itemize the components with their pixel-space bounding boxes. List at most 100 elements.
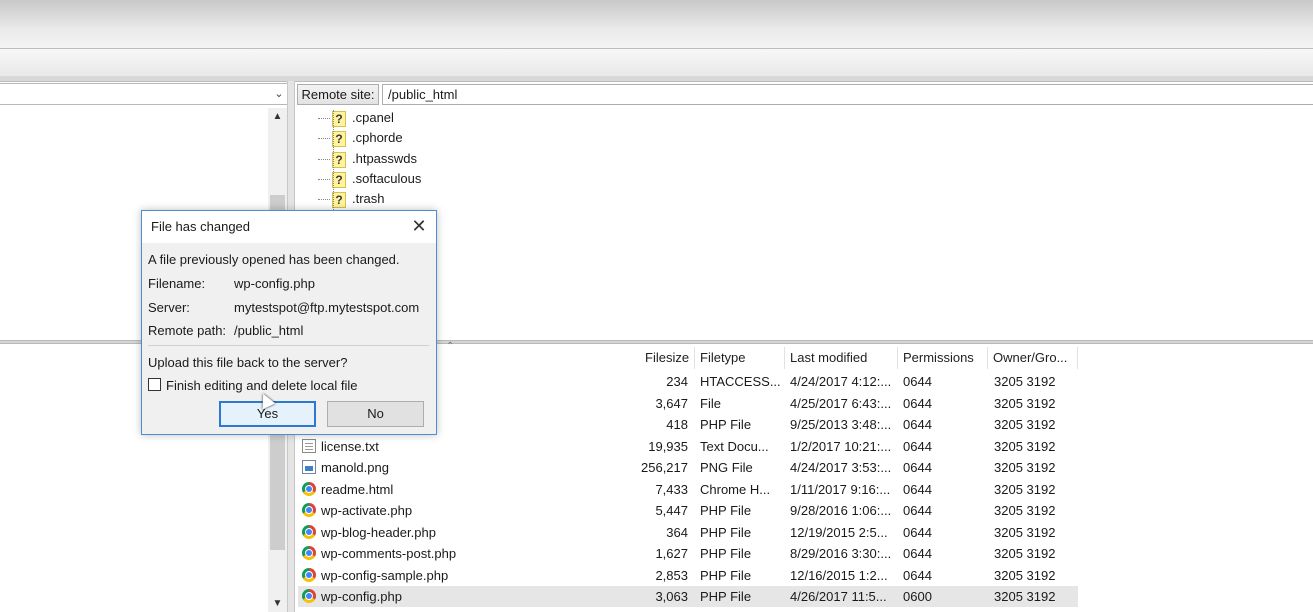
file-modified: 4/24/2017 4:12:... <box>790 374 892 389</box>
file-modified: 12/19/2015 2:5... <box>790 525 888 540</box>
question-folder-icon: ? <box>332 171 346 188</box>
file-row[interactable]: wp-comments-post.php 1,627 PHP File 8/29/20… <box>298 543 1078 564</box>
tree-item-label: .htpasswds <box>352 151 418 166</box>
chrome-icon <box>302 525 316 539</box>
file-row[interactable]: wp-activate.php 5,447 PHP File 9/28/2016 1:… <box>298 500 1078 521</box>
column-header-permissions[interactable]: Permissions <box>903 347 974 369</box>
dialog-title: File has changed <box>151 219 251 234</box>
file-owner: 3205 3192 <box>994 525 1056 540</box>
file-owner: 3205 3192 <box>994 503 1056 518</box>
file-modified: 8/29/2016 3:30:... <box>790 546 892 561</box>
quickconnect-bar <box>0 49 1313 77</box>
file-permissions: 0644 <box>903 374 932 389</box>
column-separator[interactable] <box>694 347 695 369</box>
chrome-icon <box>302 589 316 603</box>
tree-item-label: .trash <box>352 191 385 206</box>
file-permissions: 0644 <box>903 546 932 561</box>
server-label: Server: <box>148 300 190 315</box>
question-folder-icon: ? <box>332 110 346 127</box>
no-button[interactable]: No <box>327 401 424 427</box>
column-header-filetype[interactable]: Filetype <box>700 347 746 369</box>
remote-site-path-input[interactable]: /public_html <box>382 84 1313 105</box>
column-separator[interactable] <box>784 347 785 369</box>
image-file-icon <box>302 460 316 474</box>
file-owner: 3205 3192 <box>994 482 1056 497</box>
file-type: Text Docu... <box>700 439 769 454</box>
file-type: Chrome H... <box>700 482 771 497</box>
tree-item[interactable]: ? .cphorde <box>318 128 403 148</box>
file-name: wp-blog-header.php <box>321 525 436 540</box>
file-name: wp-config.php <box>321 589 402 604</box>
file-row[interactable]: manold.png 256,217 PNG File 4/24/2017 3:53:… <box>298 457 1078 478</box>
finish-editing-checkbox[interactable] <box>148 378 161 391</box>
tree-item[interactable]: ? .softaculous <box>318 169 422 189</box>
tree-item[interactable]: ? .htpasswds <box>318 149 418 169</box>
column-separator[interactable] <box>987 347 988 369</box>
filename-value: wp-config.php <box>234 276 315 291</box>
file-size: 364 <box>666 525 688 540</box>
file-row[interactable]: wp-config-sample.php 2,853 PHP File 12/16/2… <box>298 565 1078 586</box>
column-header-owner-group[interactable]: Owner/Gro... <box>993 347 1067 369</box>
tree-connector <box>318 138 330 139</box>
question-folder-icon: ? <box>332 151 346 168</box>
file-row[interactable]: license.txt 19,935 Text Docu... 1/2/2017 10… <box>298 436 1078 457</box>
tree-connector <box>318 199 330 200</box>
file-size: 2,853 <box>655 568 688 583</box>
filename-label: Filename: <box>148 276 206 291</box>
tree-connector <box>318 179 330 180</box>
file-type: File <box>700 396 721 411</box>
file-size: 7,433 <box>655 482 688 497</box>
tree-item[interactable]: ? .trash <box>318 189 385 209</box>
file-row[interactable]: wp-config.php 3,063 PHP File 4/26/2017 11:5… <box>298 586 1078 607</box>
file-modified: 1/2/2017 10:21:... <box>790 439 892 454</box>
file-size: 234 <box>666 374 688 389</box>
scroll-down-icon[interactable]: ▼ <box>268 596 287 612</box>
question-folder-icon: ? <box>332 191 346 208</box>
file-permissions: 0644 <box>903 568 932 583</box>
file-size: 1,627 <box>655 546 688 561</box>
file-name: wp-config-sample.php <box>321 568 449 583</box>
column-separator[interactable] <box>1077 347 1078 369</box>
file-permissions: 0644 <box>903 439 932 454</box>
file-modified: 4/24/2017 3:53:... <box>790 460 892 475</box>
tree-item-label: .cphorde <box>352 130 403 145</box>
chrome-icon <box>302 568 316 582</box>
file-permissions: 0644 <box>903 417 932 432</box>
question-folder-icon: ? <box>332 130 346 147</box>
file-modified: 4/26/2017 11:5... <box>790 589 887 604</box>
remote-directory-tree[interactable]: ? .cpanel ? .cphorde ? .htpasswds ? .softacu… <box>296 108 1313 340</box>
tree-item-label: .softaculous <box>352 171 422 186</box>
column-header-filesize[interactable]: Filesize <box>645 347 689 369</box>
message-log-edge <box>0 76 1313 82</box>
file-size: 418 <box>666 417 688 432</box>
file-owner: 3205 3192 <box>994 568 1056 583</box>
file-permissions: 0644 <box>903 482 932 497</box>
file-permissions: 0600 <box>903 589 932 604</box>
file-name: wp-activate.php <box>321 503 413 518</box>
tree-vertical-connector <box>333 110 334 210</box>
file-owner: 3205 3192 <box>994 396 1056 411</box>
file-type: PHP File <box>700 503 752 518</box>
column-header-last-modified[interactable]: Last modified <box>790 347 867 369</box>
close-icon[interactable]: ✕ <box>408 215 430 237</box>
chrome-icon <box>302 482 316 496</box>
file-name: manold.png <box>321 460 389 475</box>
file-size: 19,935 <box>648 439 688 454</box>
remote-path-label: Remote path: <box>148 323 227 338</box>
chevron-down-icon[interactable]: ⌄ <box>270 85 288 103</box>
file-row[interactable]: readme.html 7,433 Chrome H... 1/11/2017 9:1… <box>298 479 1078 500</box>
file-row[interactable]: wp-blog-header.php 364 PHP File 12/19/2015 … <box>298 522 1078 543</box>
text-file-icon <box>302 439 316 453</box>
tree-item[interactable]: ? .cpanel <box>318 108 394 128</box>
server-value: mytestspot@ftp.mytestspot.com <box>234 300 420 315</box>
file-modified: 9/28/2016 1:06:... <box>790 503 892 518</box>
upload-question: Upload this file back to the server? <box>148 355 348 370</box>
scroll-up-icon[interactable]: ▲ <box>268 108 287 126</box>
finish-editing-label[interactable]: Finish editing and delete local file <box>166 378 358 393</box>
column-separator[interactable] <box>897 347 898 369</box>
file-modified: 4/25/2017 6:43:... <box>790 396 892 411</box>
local-site-combobox[interactable] <box>0 83 290 105</box>
remote-site-label: Remote site: <box>297 84 379 105</box>
chrome-icon <box>302 546 316 560</box>
file-name: readme.html <box>321 482 394 497</box>
